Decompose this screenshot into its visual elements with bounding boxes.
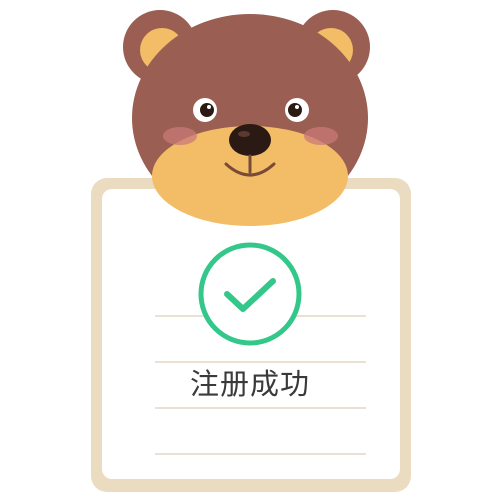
bear-mascot-icon xyxy=(123,10,370,226)
bear-right-cheek xyxy=(304,127,338,145)
bear-nose xyxy=(229,124,271,156)
success-screen: 注册成功 xyxy=(0,0,500,500)
bear-left-eye xyxy=(200,103,214,117)
bear-left-cheek xyxy=(163,127,197,145)
checkmark-circle-icon xyxy=(198,242,302,346)
paper-line xyxy=(155,407,366,409)
bear-right-eye xyxy=(288,103,302,117)
paper-line xyxy=(155,453,366,455)
paper-line xyxy=(155,361,366,363)
success-message: 注册成功 xyxy=(189,367,310,401)
